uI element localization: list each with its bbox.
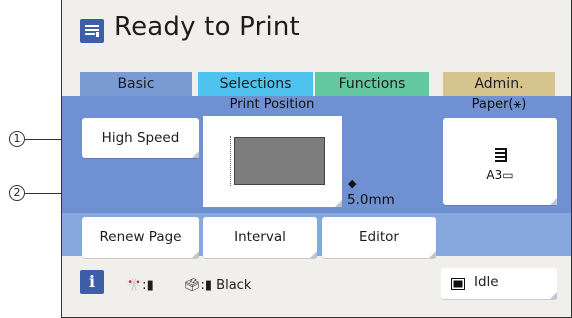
- print-position-button[interactable]: [203, 116, 342, 207]
- document-list-icon: [80, 19, 104, 43]
- renew-page-button[interactable]: Renew Page: [82, 217, 199, 258]
- ink-status: 🗳:▮ Black: [184, 278, 252, 293]
- print-position-preview: [234, 137, 325, 185]
- page-title: Ready to Print: [114, 12, 300, 42]
- paper-tray-icon: [494, 147, 508, 167]
- button-corner: [429, 251, 436, 258]
- interval-label: Interval: [234, 229, 286, 245]
- paper-size: A3▭: [486, 168, 514, 182]
- callout-1: 1: [9, 131, 25, 147]
- renew-page-label: Renew Page: [99, 229, 182, 245]
- device-screen: Ready to Print Basic Selections Function…: [61, 0, 572, 318]
- callout-2: 2: [9, 185, 25, 201]
- idle-icon: [451, 278, 465, 294]
- button-corner: [550, 198, 557, 205]
- high-speed-button[interactable]: High Speed: [82, 118, 199, 158]
- idle-label: Idle: [474, 274, 499, 290]
- info-button[interactable]: i: [80, 270, 104, 294]
- tab-basic[interactable]: Basic: [80, 72, 192, 96]
- button-corner: [192, 151, 199, 158]
- print-area-guide: [230, 136, 231, 186]
- horizontal-offset-icon: ◆: [348, 177, 357, 190]
- interval-button[interactable]: Interval: [203, 217, 317, 258]
- button-corner: [335, 200, 342, 207]
- drum-status: 🎌:▮: [126, 278, 154, 293]
- offset-value: 5.0mm: [347, 192, 395, 208]
- tab-selections[interactable]: Selections: [198, 72, 313, 96]
- paper-button[interactable]: A3▭: [443, 118, 557, 205]
- high-speed-label: High Speed: [101, 130, 180, 146]
- button-corner: [310, 251, 317, 258]
- print-position-label: Print Position: [229, 97, 315, 112]
- editor-label: Editor: [359, 229, 399, 245]
- paper-label: Paper(⚹): [471, 97, 527, 112]
- button-corner: [192, 251, 199, 258]
- editor-button[interactable]: Editor: [322, 217, 436, 258]
- title-bar: Ready to Print: [62, 0, 571, 62]
- tab-admin[interactable]: Admin.: [443, 72, 555, 96]
- button-corner: [550, 292, 557, 299]
- idle-button[interactable]: Idle: [441, 268, 557, 299]
- tab-functions[interactable]: Functions: [315, 72, 429, 96]
